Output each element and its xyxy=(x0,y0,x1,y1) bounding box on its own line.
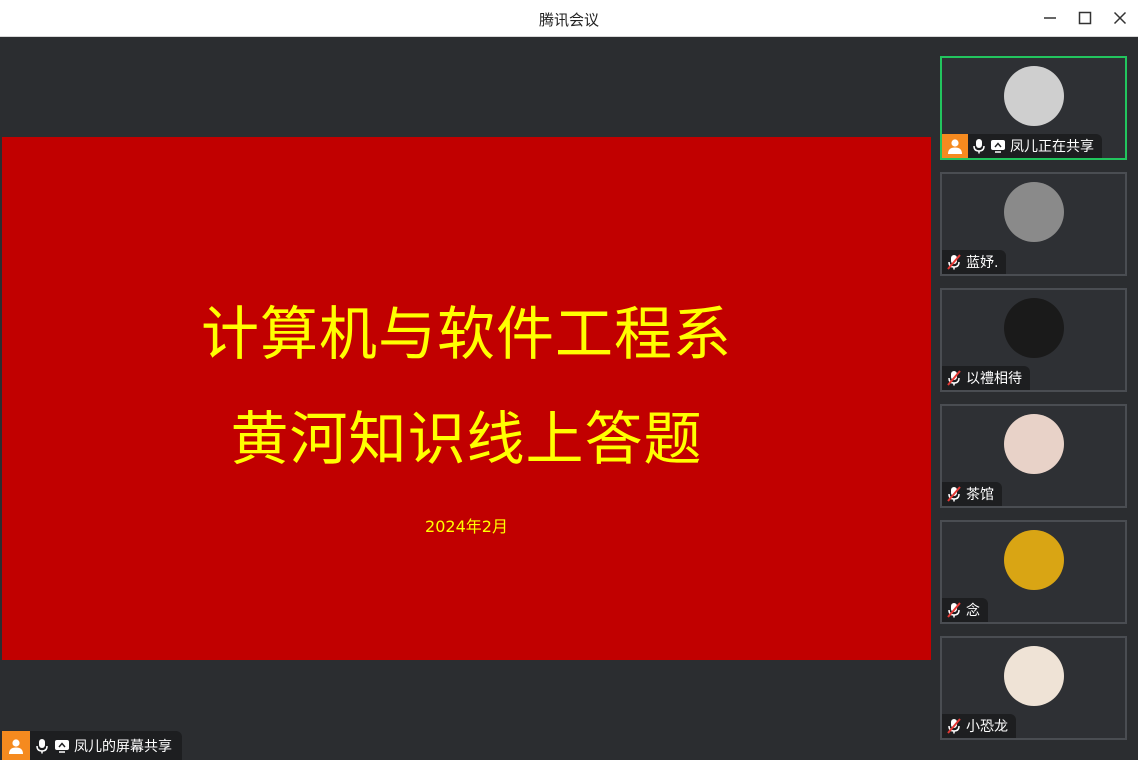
person-icon xyxy=(942,134,968,158)
microphone-muted-icon xyxy=(946,718,962,734)
participant-name: 小恐龙 xyxy=(966,719,1008,735)
microphone-icon xyxy=(972,138,986,154)
participant-name-tag: 以禮相待 xyxy=(942,366,1030,390)
participant-name: 以禮相待 xyxy=(966,371,1022,387)
title-bar: 腾讯会议 xyxy=(0,0,1138,37)
microphone-icon xyxy=(35,738,49,754)
participant-tile[interactable]: 以禮相待 xyxy=(940,288,1127,392)
participant-name-tag: 小恐龙 xyxy=(942,714,1016,738)
slide-title-line1: 计算机与软件工程系 xyxy=(200,300,732,368)
maximize-button[interactable] xyxy=(1072,6,1098,30)
participant-tile[interactable]: 凤儿正在共享 xyxy=(940,56,1127,160)
microphone-muted-icon xyxy=(946,370,962,386)
minimize-icon xyxy=(1044,17,1056,19)
participant-tile[interactable]: 蓝妤. xyxy=(940,172,1127,276)
avatar xyxy=(1004,646,1064,706)
screen-share-icon xyxy=(990,139,1006,153)
presenter-badge xyxy=(2,731,30,760)
avatar xyxy=(1004,182,1064,242)
avatar xyxy=(1004,414,1064,474)
avatar xyxy=(1004,66,1064,126)
screen-share-label-text: 凤儿的屏幕共享 xyxy=(74,738,172,755)
participant-sidebar: 凤儿正在共享蓝妤. 以禮相待茶馆念小恐龙 xyxy=(931,37,1138,760)
minimize-button[interactable] xyxy=(1037,6,1063,30)
participant-tile[interactable]: 念 xyxy=(940,520,1127,624)
microphone-muted-icon xyxy=(946,602,962,618)
slide-date: 2024年2月 xyxy=(425,517,508,536)
participant-tile[interactable]: 茶馆 xyxy=(940,404,1127,508)
participant-tile[interactable]: 小恐龙 xyxy=(940,636,1127,740)
participant-name: 凤儿正在共享 xyxy=(1010,139,1094,155)
screen-share-icon xyxy=(54,739,70,753)
participant-name-tag: 凤儿正在共享 xyxy=(942,134,1102,158)
window-title: 腾讯会议 xyxy=(538,11,599,29)
presentation-slide: 计算机与软件工程系 黄河知识线上答题 2024年2月 xyxy=(2,137,931,660)
close-icon xyxy=(1113,11,1127,25)
microphone-muted-icon xyxy=(946,486,962,502)
microphone-muted-icon xyxy=(946,254,962,270)
participant-name-tag: 茶馆 xyxy=(942,482,1002,506)
close-button[interactable] xyxy=(1107,6,1133,30)
participant-name: 茶馆 xyxy=(966,487,994,503)
shared-screen-view[interactable]: 计算机与软件工程系 黄河知识线上答题 2024年2月 xyxy=(2,37,931,760)
participant-name: 念 xyxy=(966,603,980,619)
slide-title-line2: 黄河知识线上答题 xyxy=(230,405,703,473)
participant-name-tag: 念 xyxy=(942,598,988,622)
participant-name: 蓝妤. xyxy=(966,255,999,271)
screen-share-label: 凤儿的屏幕共享 xyxy=(2,731,182,760)
participant-name-tag: 蓝妤. xyxy=(942,250,1007,274)
maximize-icon xyxy=(1078,11,1092,25)
avatar xyxy=(1004,298,1064,358)
person-icon xyxy=(9,738,23,754)
avatar xyxy=(1004,530,1064,590)
